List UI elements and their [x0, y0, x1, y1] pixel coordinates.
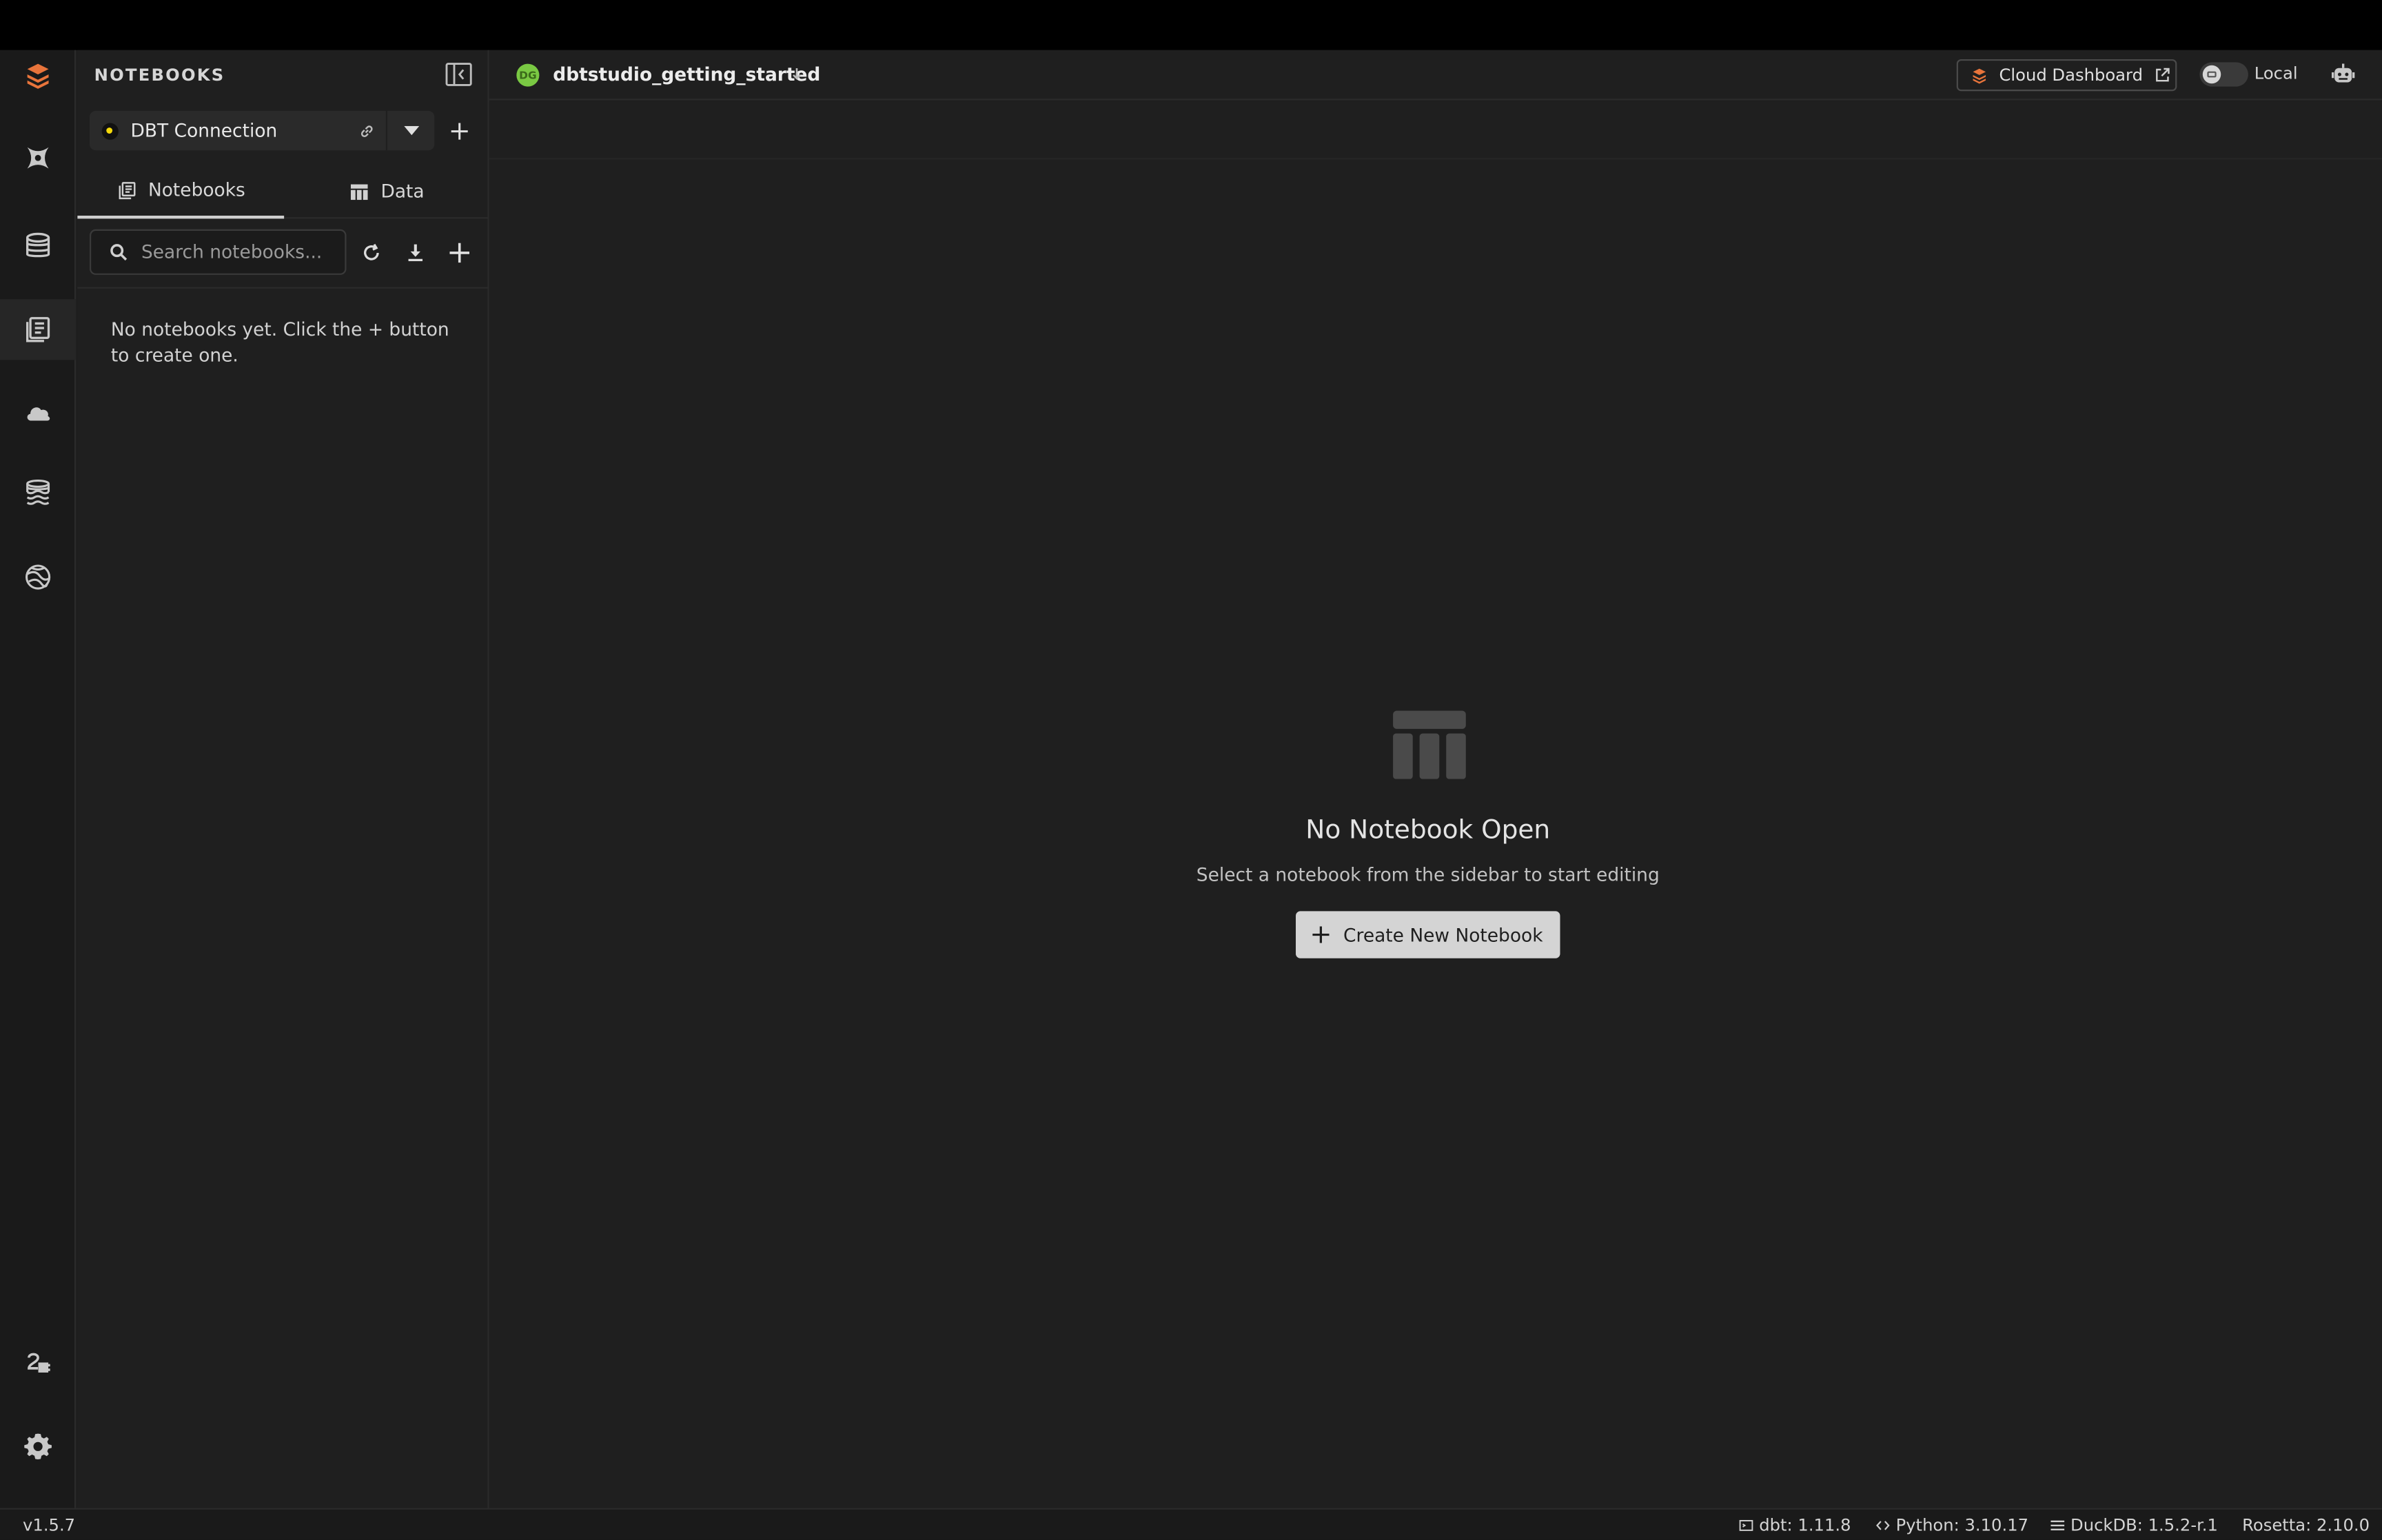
table-icon: [1393, 710, 1466, 779]
cloud-dashboard-label: Cloud Dashboard: [1999, 65, 2143, 85]
robot-assistant-icon[interactable]: [2330, 62, 2356, 88]
search-icon: [110, 244, 128, 261]
activity-bar: [0, 50, 77, 1508]
notebook-icon: [118, 181, 135, 198]
sidebar-title: NOTEBOOKS: [94, 65, 225, 85]
create-new-notebook-button[interactable]: Create New Notebook: [1296, 911, 1560, 958]
dbt-icon[interactable]: [0, 127, 76, 188]
status-bar: v1.5.7 dbt: 1.11.8 Python: 3.10.17 DuckD…: [0, 1508, 2382, 1540]
connection-plug-icon[interactable]: [0, 1333, 76, 1394]
add-connection-button[interactable]: [442, 111, 475, 150]
top-bar: DG dbtstudio_getting_started Cloud Dashb…: [489, 50, 2382, 101]
refresh-button[interactable]: [354, 236, 387, 269]
connection-dropdown-button[interactable]: [385, 110, 435, 151]
empty-state-subtitle: Select a notebook from the sidebar to st…: [1196, 864, 1660, 885]
empty-state-title: No Notebook Open: [1305, 815, 1551, 846]
search-box: [90, 229, 347, 275]
dbt-version-text: dbt: 1.11.8: [1759, 1515, 1851, 1536]
table-icon: [350, 183, 367, 199]
plus-icon: [450, 122, 467, 139]
project-avatar: DG: [516, 63, 540, 87]
data-lake-icon[interactable]: [0, 463, 76, 524]
refresh-icon: [363, 243, 378, 260]
cloud-dashboard-button[interactable]: Cloud Dashboard: [1956, 59, 2177, 92]
plus-icon: [1312, 926, 1330, 943]
python-version-text: Python: 3.10.17: [1895, 1515, 2029, 1536]
terminal-icon: [1739, 1519, 1753, 1531]
app-version: v1.5.7: [23, 1515, 76, 1536]
connection-selector[interactable]: DBT Connection: [90, 110, 435, 151]
rosetta-version-text: Rosetta: 2.10.0: [2242, 1515, 2370, 1536]
download-icon: [407, 243, 422, 260]
list-icon: [2050, 1520, 2065, 1531]
plus-icon: [449, 242, 469, 263]
connection-link-button[interactable]: [347, 111, 386, 150]
add-notebook-button[interactable]: [442, 236, 475, 269]
app-logo-icon: [1973, 68, 1986, 83]
database-icon[interactable]: [0, 216, 76, 276]
empty-notebooks-message: No notebooks yet. Click the + button to …: [110, 318, 449, 367]
arrow-down-icon[interactable]: [790, 67, 804, 81]
app-logo-icon[interactable]: [0, 50, 76, 101]
tab-notebooks[interactable]: Notebooks: [77, 164, 285, 219]
rosetta-version: Rosetta: 2.10.0: [2242, 1516, 2370, 1536]
window-titlebar: [0, 0, 2382, 50]
collapse-sidebar-icon[interactable]: [445, 62, 473, 86]
code-icon: [1876, 1521, 1890, 1530]
search-input[interactable]: [141, 241, 339, 263]
tab-label: Notebooks: [147, 179, 245, 201]
settings-gear-icon[interactable]: [0, 1415, 76, 1476]
notebooks-icon[interactable]: [0, 299, 77, 360]
tab-data[interactable]: Data: [284, 164, 489, 218]
caret-down-icon: [403, 125, 419, 136]
tab-label: Data: [380, 181, 425, 203]
project-name[interactable]: dbtstudio_getting_started: [553, 64, 820, 85]
link-icon: [360, 125, 372, 136]
mode-label: Local: [2254, 63, 2298, 84]
notebooks-sidebar: NOTEBOOKS DBT Connection Notebooks Data: [77, 50, 489, 1508]
create-button-label: Create New Notebook: [1343, 924, 1543, 945]
import-button[interactable]: [398, 236, 431, 269]
python-version: Python: 3.10.17: [1876, 1515, 2029, 1536]
notebook-toolbar-area: [489, 101, 2382, 160]
cloud-icon[interactable]: [0, 381, 76, 442]
connection-name: DBT Connection: [130, 120, 278, 141]
globe-icon[interactable]: [0, 546, 76, 607]
dbt-version: dbt: 1.11.8: [1739, 1515, 1851, 1536]
external-link-icon: [2155, 68, 2169, 82]
sidebar-tabs: Notebooks Data: [77, 164, 489, 219]
connection-status-icon: [101, 122, 119, 139]
duckdb-version-text: DuckDB: 1.5.2-r.1: [2070, 1515, 2218, 1536]
divider: [77, 287, 489, 289]
main-editor-area: No Notebook Open Select a notebook from …: [489, 159, 2382, 1508]
duckdb-version: DuckDB: 1.5.2-r.1: [2050, 1515, 2218, 1536]
toggle-knob: [2202, 65, 2221, 84]
local-mode-toggle[interactable]: [2199, 62, 2248, 87]
